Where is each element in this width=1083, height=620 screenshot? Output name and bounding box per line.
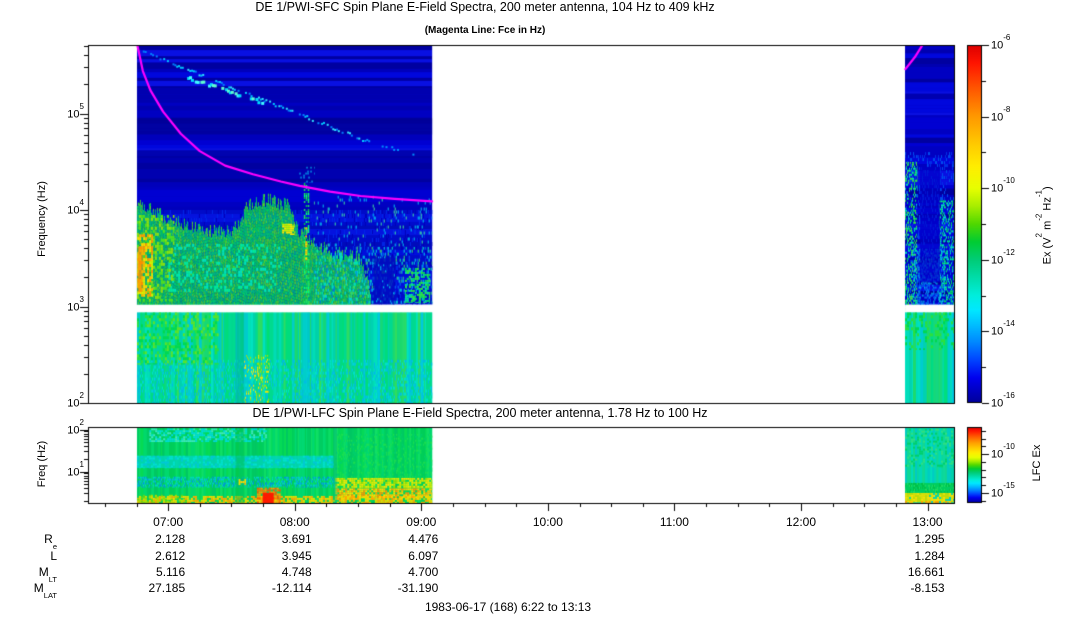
sfc-y-tick-label: 105 — [44, 106, 84, 121]
ephemeris-value: 16.661 — [865, 565, 945, 579]
lfc-colorbar-label: LFC Ex — [1031, 413, 1043, 513]
x-tick-label: 13:00 — [893, 515, 963, 529]
lfc-colorbar-tick-label: 10-10 — [991, 446, 1015, 461]
sfc-y-tick-label: 103 — [44, 299, 84, 314]
x-tick-label: 08:00 — [260, 515, 330, 529]
ephemeris-value: 6.097 — [358, 549, 438, 563]
ephemeris-value: 2.612 — [105, 549, 185, 563]
sfc-colorbar-tick-label: 10-10 — [991, 180, 1015, 195]
lfc-colorbar-tick-label: 10-15 — [991, 485, 1015, 500]
sfc-y-axis-label: Frequency (Hz) — [36, 139, 48, 299]
footer-date-range: 1983-06-17 (168) 6:22 to 13:13 — [258, 600, 758, 614]
sfc-title: DE 1/PWI-SFC Spin Plane E-Field Spectra,… — [0, 0, 970, 14]
sfc-colorbar-tick-label: 10-6 — [991, 37, 1010, 52]
ephemeris-row-label: MLT — [7, 565, 57, 581]
x-tick-label: 07:00 — [133, 515, 203, 529]
ephemeris-value: 4.748 — [232, 565, 312, 579]
ephemeris-row-label: L — [7, 549, 57, 563]
sfc-colorbar-tick-label: 10-16 — [991, 395, 1015, 410]
ephemeris-value: 4.700 — [358, 565, 438, 579]
ephemeris-value: 27.185 — [105, 581, 185, 595]
x-tick-label: 11:00 — [639, 515, 709, 529]
x-tick-label: 10:00 — [513, 515, 583, 529]
ephemeris-value: 1.295 — [865, 532, 945, 546]
sfc-colorbar-tick-label: 10-8 — [991, 109, 1010, 124]
ephemeris-value: 2.128 — [105, 532, 185, 546]
x-tick-label: 09:00 — [386, 515, 456, 529]
sfc-colorbar-label: Ex (V2 m-2 Hz-1) — [1039, 125, 1054, 325]
sfc-y-tick-label: 104 — [44, 202, 84, 217]
lfc-title: DE 1/PWI-LFC Spin Plane E-Field Spectra,… — [0, 406, 960, 420]
ephemeris-value: 5.116 — [105, 565, 185, 579]
ephemeris-row-label: MLAT — [7, 581, 57, 597]
ephemeris-value: 1.284 — [865, 549, 945, 563]
spectrogram-page: DE 1/PWI-SFC Spin Plane E-Field Spectra,… — [0, 0, 1083, 620]
sfc-colorbar-tick-label: 10-14 — [991, 323, 1015, 338]
lfc-y-tick-label: 101 — [44, 464, 84, 479]
ephemeris-value: -12.114 — [232, 581, 312, 595]
ephemeris-value: 3.691 — [232, 532, 312, 546]
ephemeris-value: -8.153 — [865, 581, 945, 595]
lfc-y-tick-label: 102 — [44, 422, 84, 437]
x-tick-label: 12:00 — [766, 515, 836, 529]
sfc-y-tick-label: 102 — [44, 395, 84, 410]
ephemeris-value: 4.476 — [358, 532, 438, 546]
ephemeris-row-label: Re — [7, 532, 57, 548]
sfc-subtitle: (Magenta Line: Fce in Hz) — [0, 25, 970, 36]
ephemeris-value: -31.190 — [358, 581, 438, 595]
ephemeris-value: 3.945 — [232, 549, 312, 563]
sfc-colorbar-tick-label: 10-12 — [991, 252, 1015, 267]
